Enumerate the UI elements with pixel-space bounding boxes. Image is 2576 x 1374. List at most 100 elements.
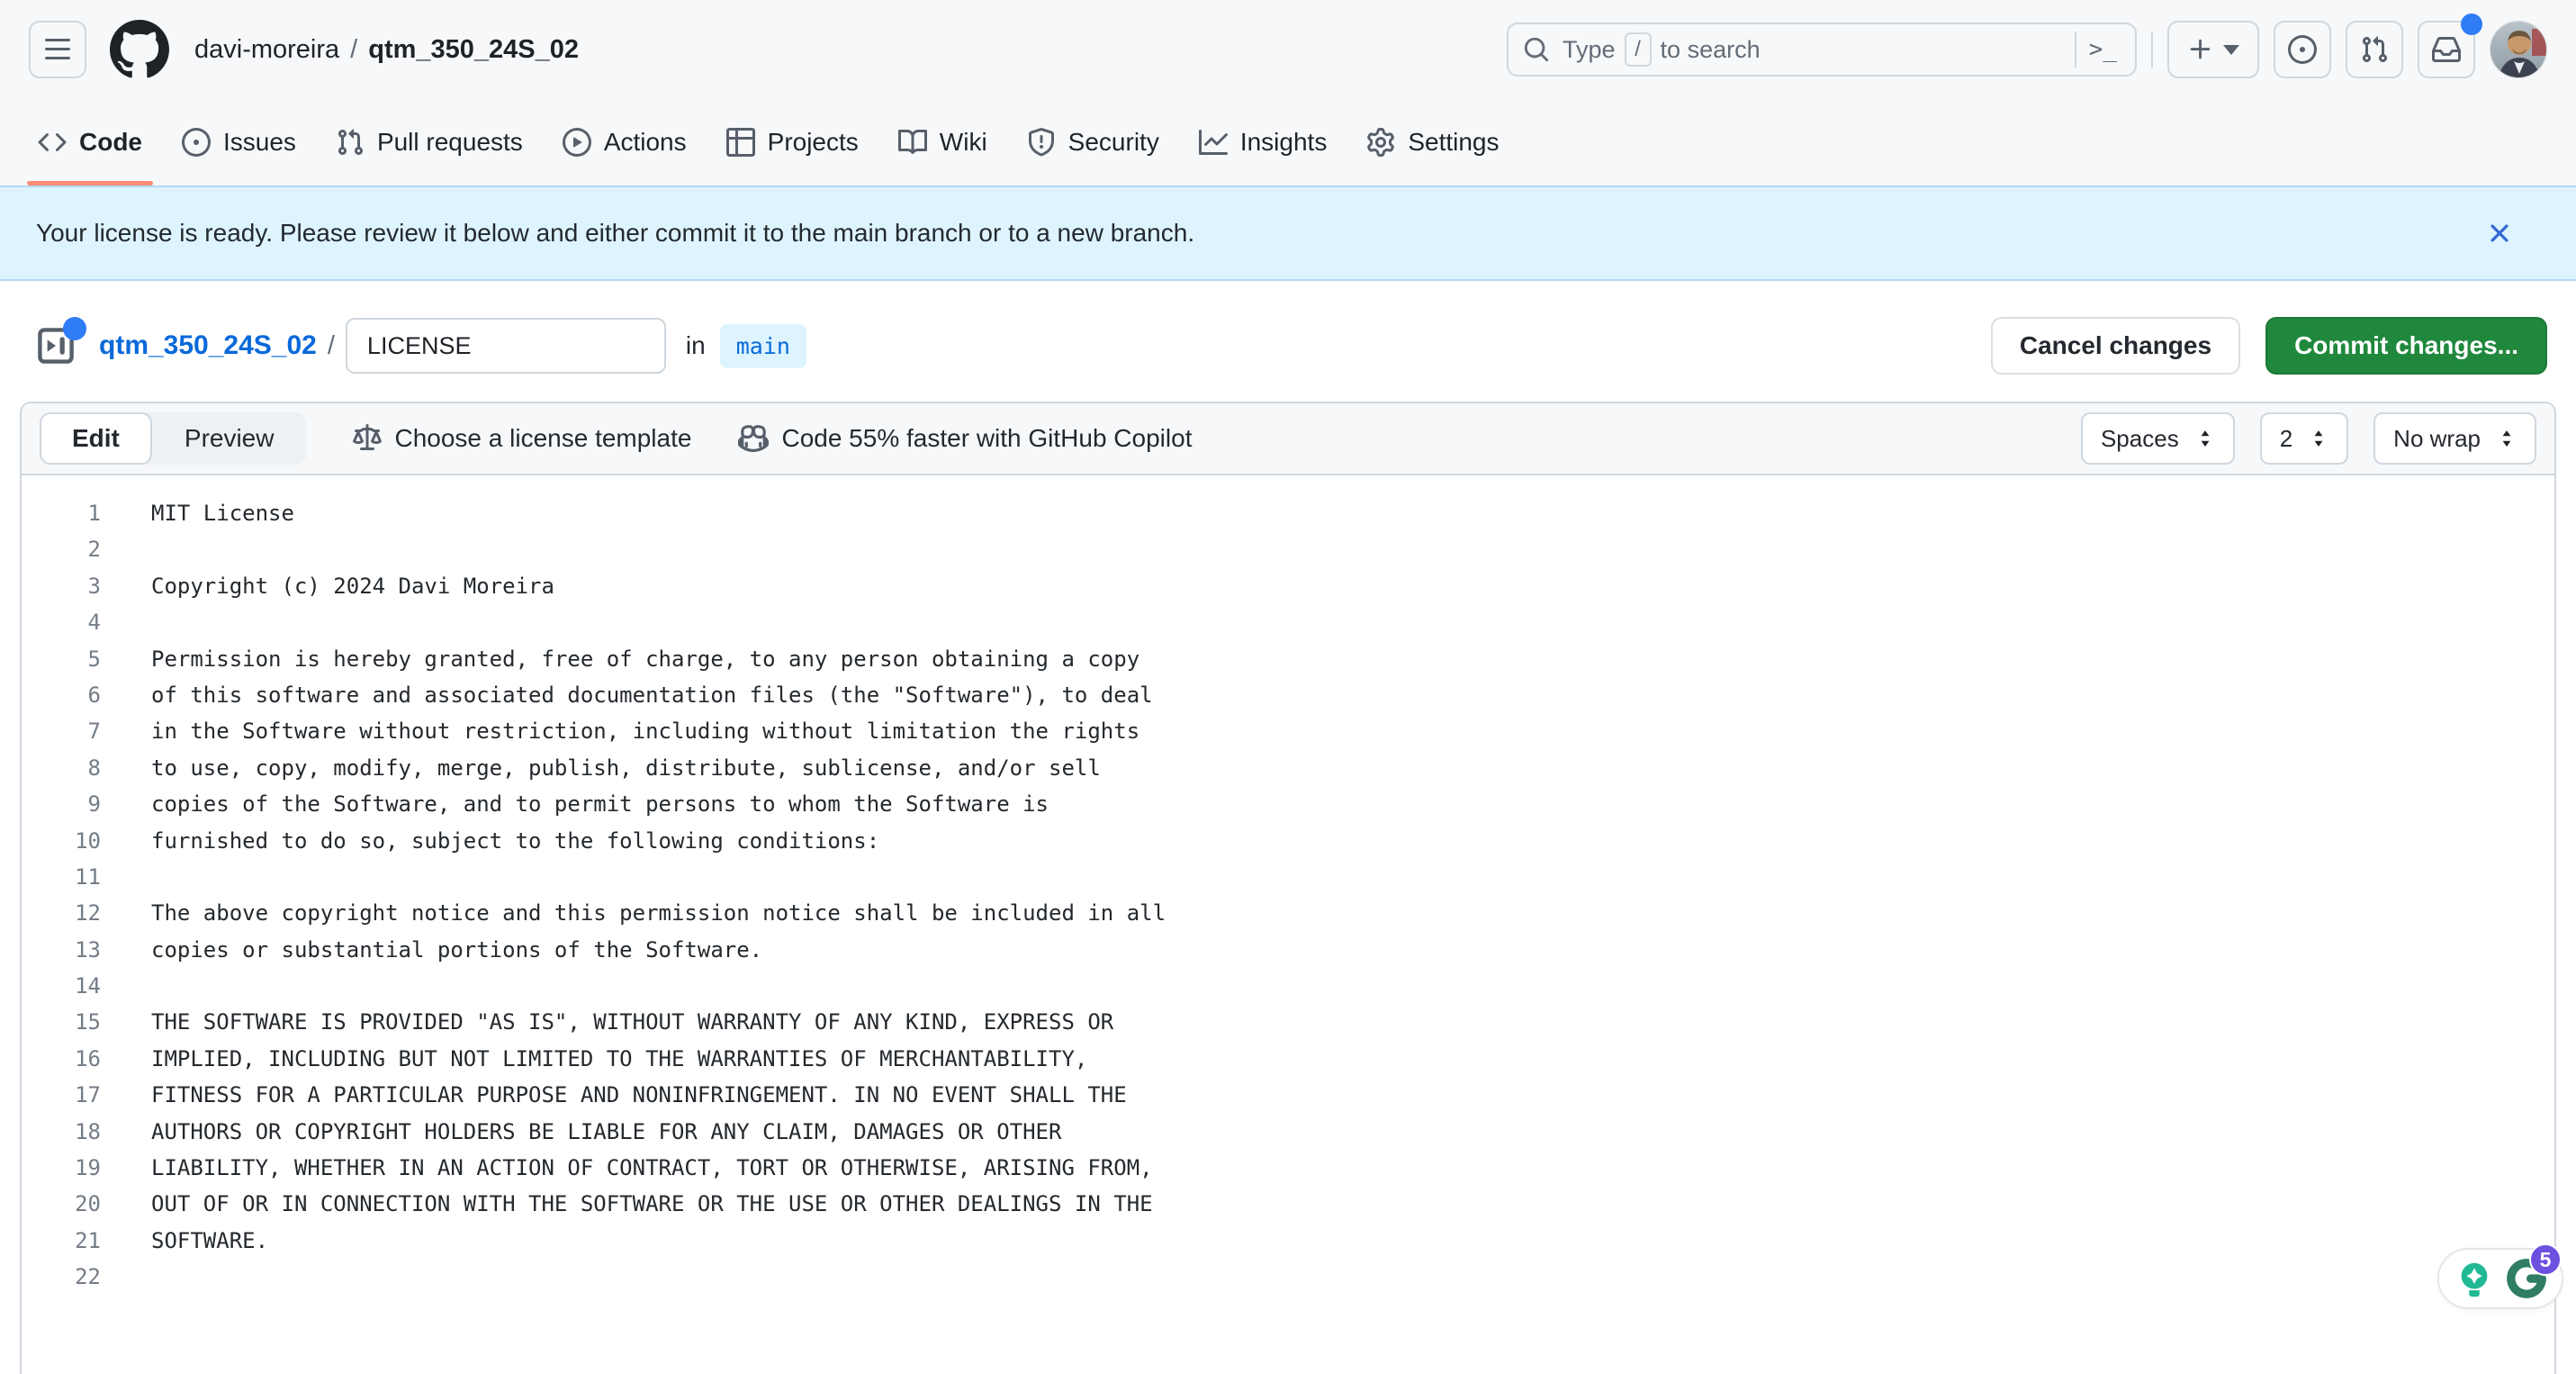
tab-projects[interactable]: Projects bbox=[710, 99, 875, 185]
code-icon bbox=[38, 128, 67, 157]
play-icon bbox=[563, 128, 591, 157]
commit-changes-button[interactable]: Commit changes... bbox=[2265, 317, 2547, 375]
code-line[interactable]: 7 in the Software without restriction, i… bbox=[22, 713, 2554, 749]
line-text bbox=[101, 604, 151, 640]
git-pull-request-icon bbox=[336, 128, 365, 157]
branch-badge[interactable]: main bbox=[720, 324, 806, 368]
code-line[interactable]: 21 SOFTWARE. bbox=[22, 1223, 2554, 1259]
code-editor-content[interactable]: 1 MIT License 2 3 Copyright (c) 2024 Dav… bbox=[22, 475, 2554, 1296]
edit-preview-switch: Edit Preview bbox=[40, 412, 306, 465]
inbox-icon bbox=[2432, 35, 2461, 64]
line-text bbox=[101, 968, 151, 1004]
hamburger-icon bbox=[43, 35, 72, 64]
tab-pull-requests[interactable]: Pull requests bbox=[320, 99, 539, 185]
code-line[interactable]: 13 copies or substantial portions of the… bbox=[22, 932, 2554, 968]
tab-settings[interactable]: Settings bbox=[1350, 99, 1515, 185]
code-line[interactable]: 2 bbox=[22, 531, 2554, 567]
tab-label: Pull requests bbox=[377, 128, 523, 157]
grammarly-widget[interactable]: 5 bbox=[2437, 1248, 2563, 1309]
line-text: FITNESS FOR A PARTICULAR PURPOSE AND NON… bbox=[101, 1077, 1127, 1113]
modified-dot bbox=[63, 317, 86, 340]
tab-label: Wiki bbox=[940, 128, 987, 157]
in-label: in bbox=[686, 331, 706, 360]
breadcrumb-owner[interactable]: davi-moreira bbox=[194, 35, 339, 65]
line-number: 12 bbox=[22, 895, 101, 931]
code-line[interactable]: 11 bbox=[22, 859, 2554, 895]
code-line[interactable]: 15 THE SOFTWARE IS PROVIDED "AS IS", WIT… bbox=[22, 1004, 2554, 1040]
file-editor: Edit Preview Choose a license template C… bbox=[20, 402, 2556, 1374]
tab-actions[interactable]: Actions bbox=[546, 99, 703, 185]
code-line[interactable]: 4 bbox=[22, 604, 2554, 640]
code-line[interactable]: 18 AUTHORS OR COPYRIGHT HOLDERS BE LIABL… bbox=[22, 1114, 2554, 1150]
code-line[interactable]: 5 Permission is hereby granted, free of … bbox=[22, 641, 2554, 677]
indent-size-value: 2 bbox=[2280, 425, 2292, 453]
code-line[interactable]: 6 of this software and associated docume… bbox=[22, 677, 2554, 713]
tab-wiki[interactable]: Wiki bbox=[882, 99, 1004, 185]
path-separator: / bbox=[328, 331, 335, 361]
copilot-promo-link[interactable]: Code 55% faster with GitHub Copilot bbox=[738, 423, 1192, 454]
pull-requests-dashboard-button[interactable] bbox=[2346, 21, 2403, 78]
indent-mode-value: Spaces bbox=[2101, 425, 2179, 453]
close-icon bbox=[2484, 218, 2515, 249]
code-line[interactable]: 14 bbox=[22, 968, 2554, 1004]
indent-mode-select[interactable]: Spaces bbox=[2081, 412, 2235, 465]
code-line[interactable]: 17 FITNESS FOR A PARTICULAR PURPOSE AND … bbox=[22, 1077, 2554, 1113]
copilot-icon bbox=[738, 423, 769, 454]
line-text: to use, copy, modify, merge, publish, di… bbox=[101, 750, 1101, 786]
header-divider bbox=[2151, 32, 2153, 68]
create-new-button[interactable] bbox=[2167, 21, 2259, 78]
breadcrumb-repo[interactable]: qtm_350_24S_02 bbox=[368, 35, 579, 65]
wrap-mode-select[interactable]: No wrap bbox=[2373, 412, 2536, 465]
code-line[interactable]: 1 MIT License bbox=[22, 495, 2554, 531]
tab-issues[interactable]: Issues bbox=[166, 99, 312, 185]
choose-license-template-button[interactable]: Choose a license template bbox=[353, 424, 691, 453]
slash-key-icon: / bbox=[1625, 32, 1652, 67]
line-text: IMPLIED, INCLUDING BUT NOT LIMITED TO TH… bbox=[101, 1041, 1087, 1077]
tab-edit[interactable]: Edit bbox=[40, 412, 152, 465]
indent-size-select[interactable]: 2 bbox=[2260, 412, 2348, 465]
code-line[interactable]: 20 OUT OF OR IN CONNECTION WITH THE SOFT… bbox=[22, 1186, 2554, 1222]
grammarly-count-badge: 5 bbox=[2529, 1243, 2562, 1276]
code-line[interactable]: 22 bbox=[22, 1259, 2554, 1295]
issues-dashboard-button[interactable] bbox=[2274, 21, 2331, 78]
law-icon bbox=[353, 424, 382, 453]
code-line[interactable]: 9 copies of the Software, and to permit … bbox=[22, 786, 2554, 822]
filename-input[interactable] bbox=[346, 318, 666, 374]
code-line[interactable]: 3 Copyright (c) 2024 Davi Moreira bbox=[22, 568, 2554, 604]
line-text: OUT OF OR IN CONNECTION WITH THE SOFTWAR… bbox=[101, 1186, 1153, 1222]
unfold-icon bbox=[2309, 429, 2328, 448]
code-line[interactable]: 10 furnished to do so, subject to the fo… bbox=[22, 823, 2554, 859]
search-icon bbox=[1523, 36, 1550, 63]
line-text: LIABILITY, WHETHER IN AN ACTION OF CONTR… bbox=[101, 1150, 1153, 1186]
code-line[interactable]: 12 The above copyright notice and this p… bbox=[22, 895, 2554, 931]
tab-code[interactable]: Code bbox=[22, 99, 158, 185]
line-text bbox=[101, 531, 151, 567]
header-actions: Type / to search >_ bbox=[1507, 21, 2547, 78]
cancel-changes-button[interactable]: Cancel changes bbox=[1991, 317, 2240, 375]
plus-icon bbox=[2187, 36, 2214, 63]
search-input[interactable]: Type / to search >_ bbox=[1507, 23, 2137, 77]
line-number: 21 bbox=[22, 1223, 101, 1259]
avatar[interactable] bbox=[2490, 21, 2547, 78]
line-number: 15 bbox=[22, 1004, 101, 1040]
line-number: 11 bbox=[22, 859, 101, 895]
repo-root-link[interactable]: qtm_350_24S_02 bbox=[99, 330, 317, 361]
code-line[interactable]: 8 to use, copy, modify, merge, publish, … bbox=[22, 750, 2554, 786]
banner-close-button[interactable] bbox=[2484, 218, 2515, 249]
tab-security[interactable]: Security bbox=[1011, 99, 1175, 185]
code-line[interactable]: 19 LIABILITY, WHETHER IN AN ACTION OF CO… bbox=[22, 1150, 2554, 1186]
line-text bbox=[101, 1259, 151, 1295]
breadcrumb: davi-moreira / qtm_350_24S_02 bbox=[194, 35, 579, 65]
line-text: The above copyright notice and this perm… bbox=[101, 895, 1166, 931]
command-palette-icon[interactable]: >_ bbox=[2089, 36, 2121, 63]
line-number: 5 bbox=[22, 641, 101, 677]
line-number: 22 bbox=[22, 1259, 101, 1295]
tab-insights[interactable]: Insights bbox=[1183, 99, 1344, 185]
code-line[interactable]: 16 IMPLIED, INCLUDING BUT NOT LIMITED TO… bbox=[22, 1041, 2554, 1077]
tab-label: Security bbox=[1068, 128, 1159, 157]
github-logo-icon[interactable] bbox=[110, 20, 169, 79]
hamburger-menu-button[interactable] bbox=[29, 21, 86, 78]
tab-preview[interactable]: Preview bbox=[152, 412, 307, 465]
shield-icon bbox=[1027, 128, 1056, 157]
line-text: SOFTWARE. bbox=[101, 1223, 268, 1259]
